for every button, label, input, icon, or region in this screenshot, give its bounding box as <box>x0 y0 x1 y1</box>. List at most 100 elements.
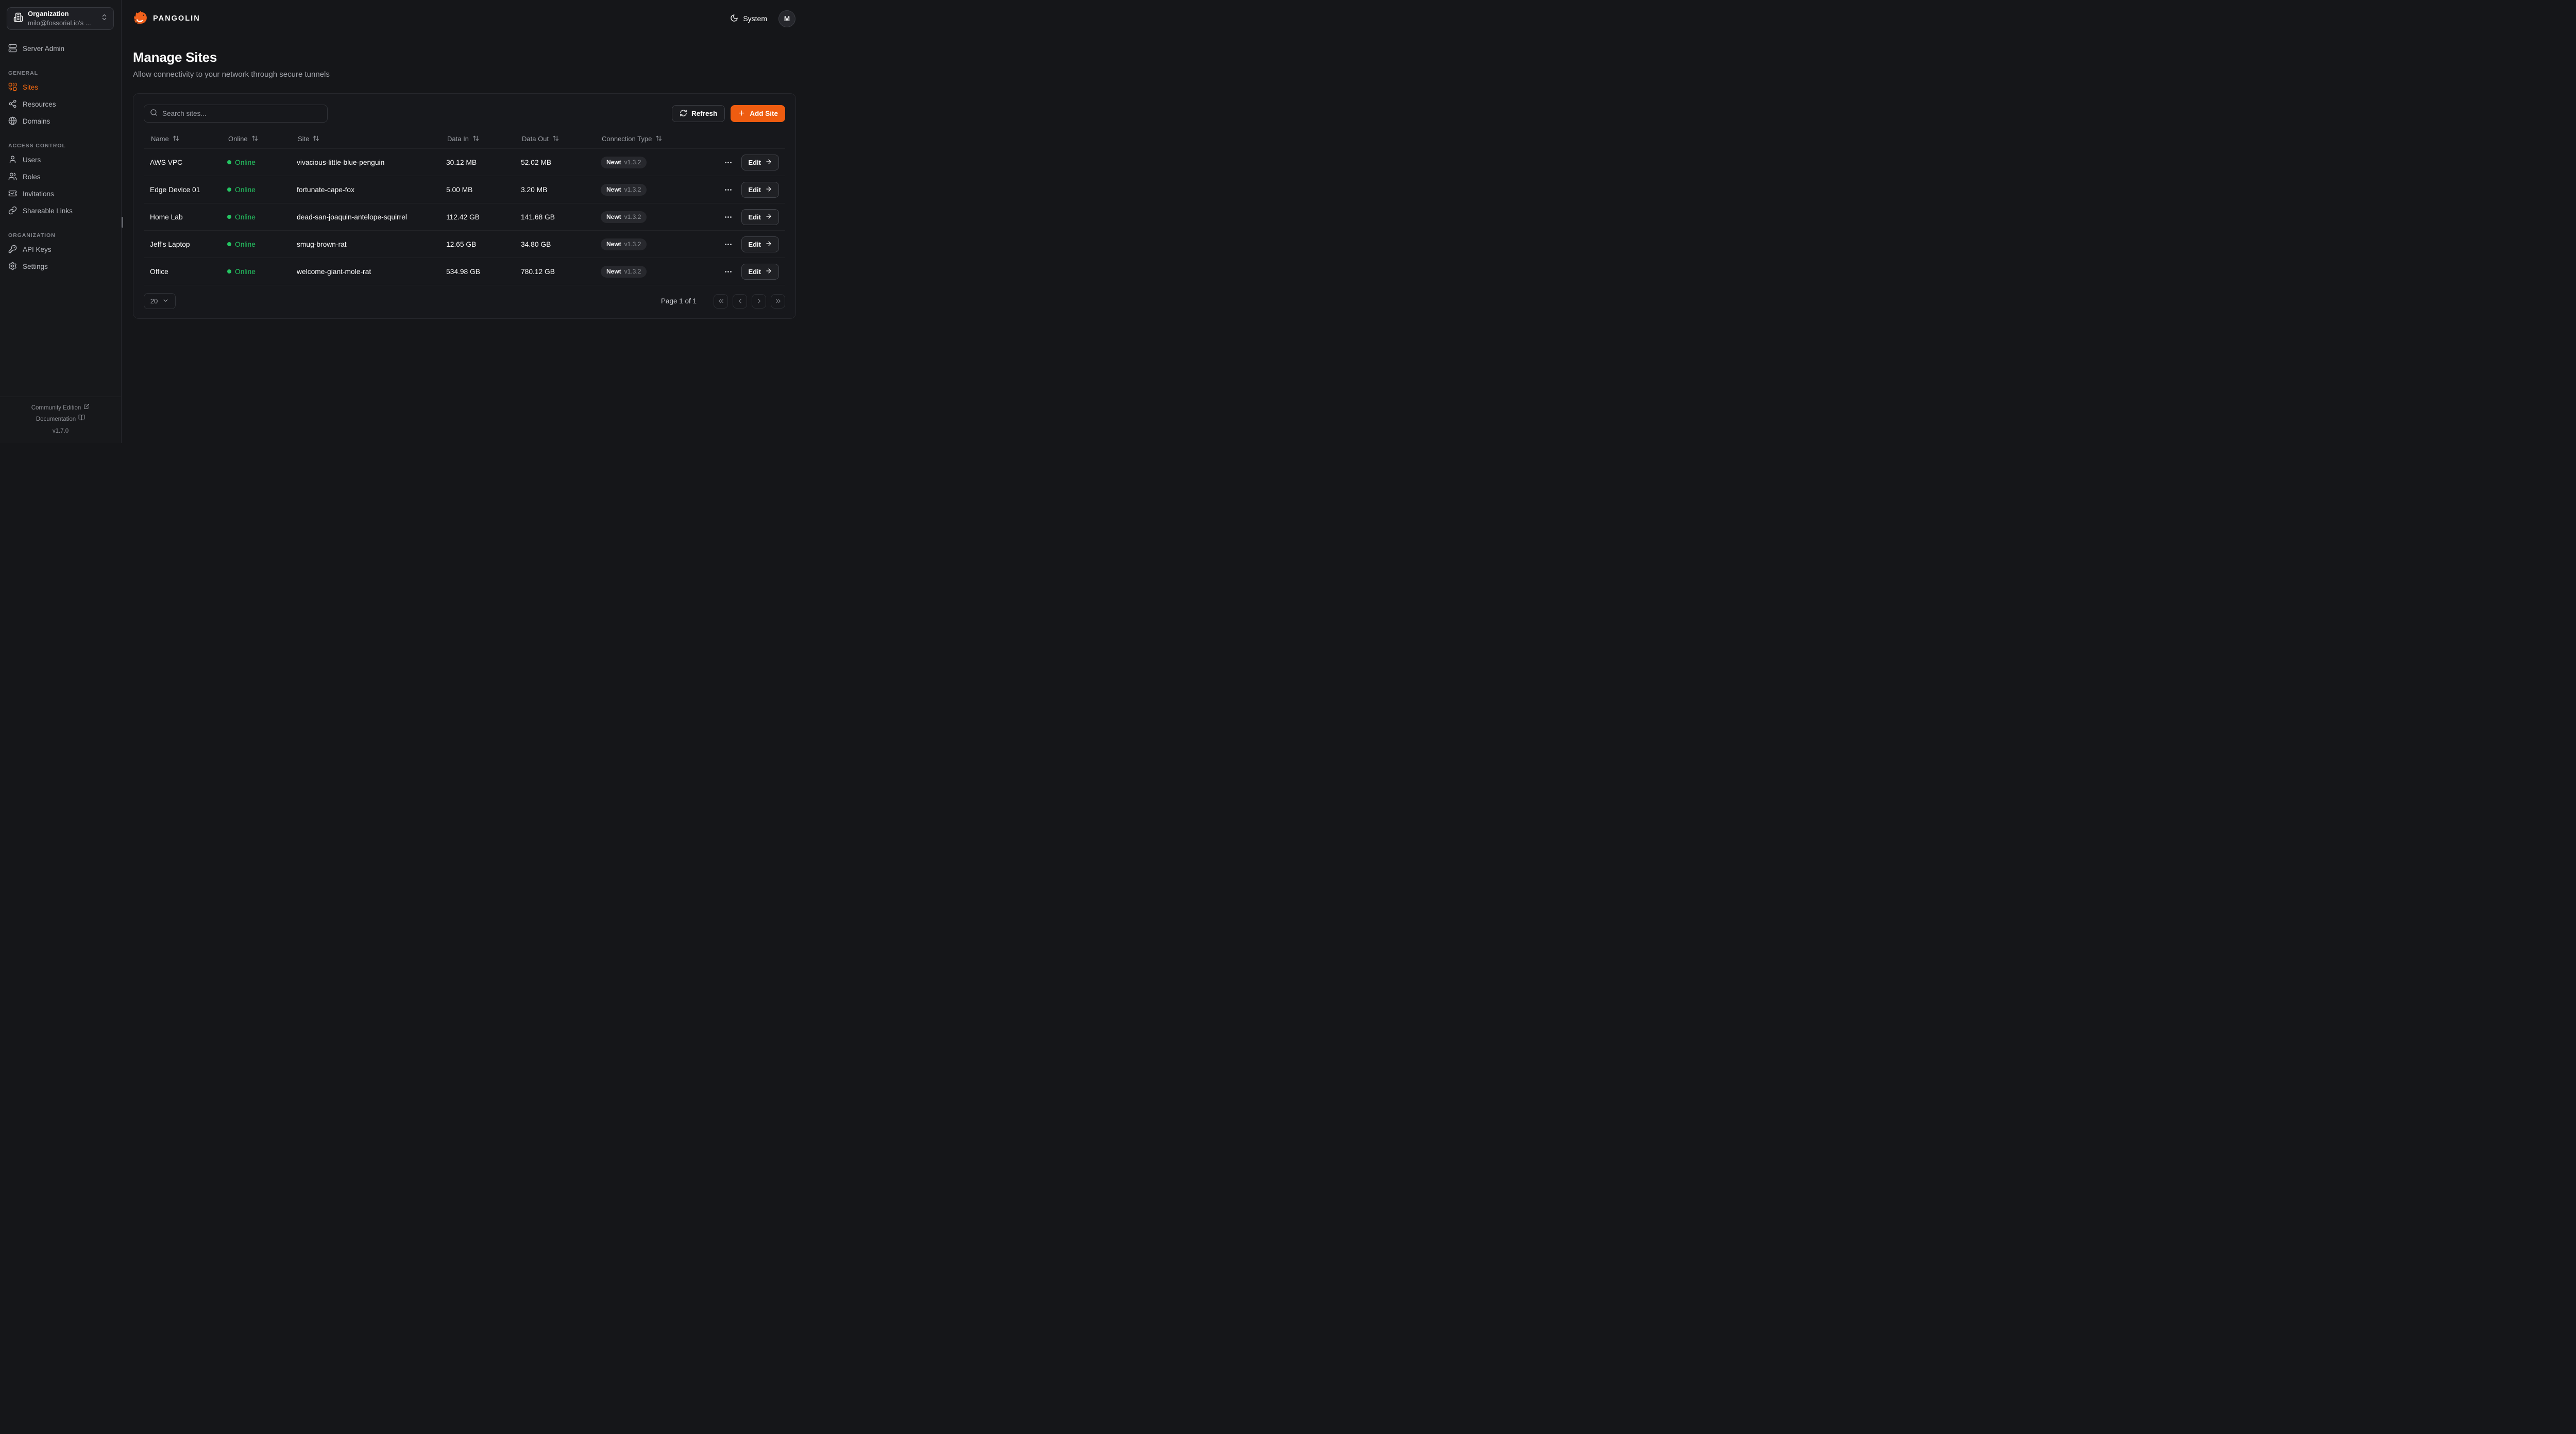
arrow-right-icon <box>765 267 772 276</box>
chevrons-left-icon <box>717 297 725 305</box>
next-page-button[interactable] <box>752 294 766 309</box>
sidebar-item-shareable-links[interactable]: Shareable Links <box>7 202 113 219</box>
documentation-link[interactable]: Documentation <box>0 414 121 425</box>
plus-icon <box>738 109 745 118</box>
cell-name: AWS VPC <box>144 159 221 166</box>
add-site-label: Add Site <box>750 110 778 117</box>
row-menu-button[interactable] <box>724 213 733 221</box>
page-size-select[interactable]: 20 <box>144 293 176 309</box>
edit-button[interactable]: Edit <box>741 209 779 225</box>
cell-connection-type: Newtv1.3.2 <box>595 211 716 223</box>
sidebar-item-settings[interactable]: Settings <box>7 258 113 275</box>
cell-data-in: 12.65 GB <box>440 241 515 248</box>
cell-site: vivacious-little-blue-penguin <box>291 159 440 166</box>
row-menu-button[interactable] <box>724 240 733 249</box>
edit-button[interactable]: Edit <box>741 264 779 280</box>
edit-button[interactable]: Edit <box>741 155 779 170</box>
cell-site: smug-brown-rat <box>291 241 440 248</box>
sidebar-item-label: Users <box>23 156 41 164</box>
sidebar-item-invitations[interactable]: Invitations <box>7 185 113 202</box>
ticket-check-icon <box>8 189 17 199</box>
refresh-icon <box>680 109 687 118</box>
community-edition-link[interactable]: Community Edition <box>0 402 121 414</box>
cell-data-out: 3.20 MB <box>515 186 595 194</box>
column-header-name[interactable]: Name <box>144 135 221 143</box>
org-switcher-value: milo@fossorial.io's ... <box>28 19 96 28</box>
column-header-data-out[interactable]: Data Out <box>515 135 595 143</box>
refresh-button[interactable]: Refresh <box>672 105 725 122</box>
avatar[interactable]: M <box>778 10 795 27</box>
last-page-button[interactable] <box>771 294 785 309</box>
edit-button[interactable]: Edit <box>741 236 779 252</box>
org-switcher[interactable]: Organization milo@fossorial.io's ... <box>7 7 114 30</box>
table-row: Office Online welcome-giant-mole-rat 534… <box>144 258 785 285</box>
online-dot-icon <box>227 269 231 274</box>
row-menu-button[interactable] <box>724 267 733 276</box>
sidebar-item-server-admin[interactable]: Server Admin <box>7 40 113 57</box>
connection-badge: Newtv1.3.2 <box>601 211 647 223</box>
brand[interactable]: PANGOLIN <box>133 10 200 28</box>
connection-name: Newt <box>606 241 621 248</box>
cell-data-out: 34.80 GB <box>515 241 595 248</box>
arrow-right-icon <box>765 213 772 221</box>
cell-data-in: 112.42 GB <box>440 213 515 221</box>
sort-arrows-icon <box>173 135 179 143</box>
connection-name: Newt <box>606 159 621 166</box>
ellipsis-icon <box>724 158 733 167</box>
org-switcher-label: Organization <box>28 9 96 19</box>
book-open-icon <box>78 414 85 425</box>
connection-badge: Newtv1.3.2 <box>601 184 647 196</box>
sidebar-item-label: Roles <box>23 173 41 181</box>
cell-actions: Edit <box>716 155 785 170</box>
pangolin-logo-icon <box>133 10 148 28</box>
edit-label: Edit <box>748 186 761 194</box>
status-label: Online <box>235 241 256 248</box>
moon-icon <box>730 14 738 24</box>
edit-button[interactable]: Edit <box>741 182 779 198</box>
add-site-button[interactable]: Add Site <box>731 105 785 122</box>
external-link-icon <box>83 402 90 414</box>
connection-badge: Newtv1.3.2 <box>601 266 647 278</box>
table-row: Jeff's Laptop Online smug-brown-rat 12.6… <box>144 231 785 258</box>
connection-badge: Newtv1.3.2 <box>601 157 647 168</box>
sites-card: Refresh Add Site Name Online S <box>133 93 796 319</box>
ellipsis-icon <box>724 213 733 221</box>
cell-connection-type: Newtv1.3.2 <box>595 157 716 168</box>
previous-page-button[interactable] <box>733 294 747 309</box>
documentation-label: Documentation <box>36 414 76 425</box>
cell-data-in: 30.12 MB <box>440 159 515 166</box>
row-menu-button[interactable] <box>724 185 733 194</box>
column-header-site[interactable]: Site <box>291 135 440 143</box>
search-box <box>144 105 328 123</box>
column-header-connection-type[interactable]: Connection Type <box>595 135 716 143</box>
sidebar-section-general: GENERAL <box>8 70 113 76</box>
pagination: 20 Page 1 of 1 <box>144 293 785 309</box>
theme-toggle[interactable]: System <box>730 14 767 24</box>
column-header-data-in[interactable]: Data In <box>440 135 515 143</box>
table-row: Edge Device 01 Online fortunate-cape-fox… <box>144 176 785 203</box>
ellipsis-icon <box>724 185 733 194</box>
sidebar-item-roles[interactable]: Roles <box>7 168 113 185</box>
row-menu-button[interactable] <box>724 158 733 167</box>
sidebar-item-domains[interactable]: Domains <box>7 113 113 130</box>
sidebar-item-label: Invitations <box>23 190 54 198</box>
first-page-button[interactable] <box>714 294 728 309</box>
sidebar-item-label: Resources <box>23 100 56 108</box>
sidebar-item-users[interactable]: Users <box>7 151 113 168</box>
sidebar-item-resources[interactable]: Resources <box>7 96 113 113</box>
page-title: Manage Sites <box>133 49 795 65</box>
cell-online: Online <box>221 241 291 248</box>
sidebar: Organization milo@fossorial.io's ... Ser… <box>0 0 122 443</box>
column-header-online[interactable]: Online <box>221 135 291 143</box>
arrow-right-icon <box>765 240 772 249</box>
search-input[interactable] <box>162 110 321 117</box>
cell-data-in: 5.00 MB <box>440 186 515 194</box>
sidebar-item-label: Settings <box>23 263 48 270</box>
sidebar-resize-handle[interactable] <box>122 217 124 228</box>
connection-name: Newt <box>606 268 621 275</box>
status-label: Online <box>235 213 256 221</box>
page-info: Page 1 of 1 <box>661 297 697 305</box>
sort-arrows-icon <box>552 135 559 143</box>
sidebar-item-api-keys[interactable]: API Keys <box>7 241 113 258</box>
sidebar-item-sites[interactable]: Sites <box>7 79 113 96</box>
